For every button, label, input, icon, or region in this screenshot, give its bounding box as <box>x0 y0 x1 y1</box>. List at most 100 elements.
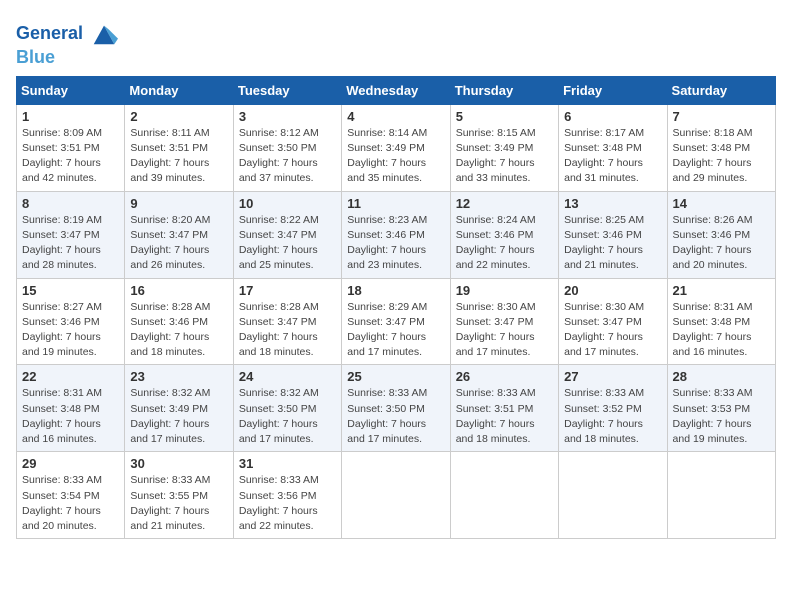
day-number: 29 <box>22 456 119 471</box>
day-number: 18 <box>347 283 444 298</box>
day-number: 3 <box>239 109 336 124</box>
day-info: Sunrise: 8:22 AM Sunset: 3:47 PM Dayligh… <box>239 213 336 274</box>
day-number: 24 <box>239 369 336 384</box>
calendar-cell <box>450 452 558 539</box>
day-number: 25 <box>347 369 444 384</box>
day-number: 8 <box>22 196 119 211</box>
calendar-cell: 11 Sunrise: 8:23 AM Sunset: 3:46 PM Dayl… <box>342 191 450 278</box>
day-info: Sunrise: 8:30 AM Sunset: 3:47 PM Dayligh… <box>456 300 553 361</box>
calendar-cell: 16 Sunrise: 8:28 AM Sunset: 3:46 PM Dayl… <box>125 278 233 365</box>
day-info: Sunrise: 8:33 AM Sunset: 3:50 PM Dayligh… <box>347 386 444 447</box>
calendar-cell: 3 Sunrise: 8:12 AM Sunset: 3:50 PM Dayli… <box>233 104 341 191</box>
calendar-cell: 12 Sunrise: 8:24 AM Sunset: 3:46 PM Dayl… <box>450 191 558 278</box>
day-number: 7 <box>673 109 770 124</box>
day-info: Sunrise: 8:33 AM Sunset: 3:56 PM Dayligh… <box>239 473 336 534</box>
logo-icon <box>90 20 118 48</box>
calendar-cell: 15 Sunrise: 8:27 AM Sunset: 3:46 PM Dayl… <box>17 278 125 365</box>
day-info: Sunrise: 8:23 AM Sunset: 3:46 PM Dayligh… <box>347 213 444 274</box>
day-info: Sunrise: 8:14 AM Sunset: 3:49 PM Dayligh… <box>347 126 444 187</box>
day-info: Sunrise: 8:11 AM Sunset: 3:51 PM Dayligh… <box>130 126 227 187</box>
day-info: Sunrise: 8:33 AM Sunset: 3:51 PM Dayligh… <box>456 386 553 447</box>
day-number: 28 <box>673 369 770 384</box>
calendar-cell: 25 Sunrise: 8:33 AM Sunset: 3:50 PM Dayl… <box>342 365 450 452</box>
calendar-week-row: 22 Sunrise: 8:31 AM Sunset: 3:48 PM Dayl… <box>17 365 776 452</box>
calendar-cell: 30 Sunrise: 8:33 AM Sunset: 3:55 PM Dayl… <box>125 452 233 539</box>
day-number: 31 <box>239 456 336 471</box>
day-info: Sunrise: 8:19 AM Sunset: 3:47 PM Dayligh… <box>22 213 119 274</box>
day-number: 20 <box>564 283 661 298</box>
calendar-table: SundayMondayTuesdayWednesdayThursdayFrid… <box>16 76 776 539</box>
day-number: 30 <box>130 456 227 471</box>
day-number: 27 <box>564 369 661 384</box>
calendar-cell: 21 Sunrise: 8:31 AM Sunset: 3:48 PM Dayl… <box>667 278 775 365</box>
day-number: 19 <box>456 283 553 298</box>
calendar-cell: 2 Sunrise: 8:11 AM Sunset: 3:51 PM Dayli… <box>125 104 233 191</box>
weekday-header-sunday: Sunday <box>17 76 125 104</box>
day-number: 13 <box>564 196 661 211</box>
calendar-cell: 17 Sunrise: 8:28 AM Sunset: 3:47 PM Dayl… <box>233 278 341 365</box>
day-info: Sunrise: 8:28 AM Sunset: 3:46 PM Dayligh… <box>130 300 227 361</box>
day-info: Sunrise: 8:33 AM Sunset: 3:55 PM Dayligh… <box>130 473 227 534</box>
calendar-cell: 27 Sunrise: 8:33 AM Sunset: 3:52 PM Dayl… <box>559 365 667 452</box>
day-info: Sunrise: 8:30 AM Sunset: 3:47 PM Dayligh… <box>564 300 661 361</box>
day-info: Sunrise: 8:24 AM Sunset: 3:46 PM Dayligh… <box>456 213 553 274</box>
day-info: Sunrise: 8:32 AM Sunset: 3:50 PM Dayligh… <box>239 386 336 447</box>
weekday-header-monday: Monday <box>125 76 233 104</box>
day-info: Sunrise: 8:12 AM Sunset: 3:50 PM Dayligh… <box>239 126 336 187</box>
calendar-cell: 26 Sunrise: 8:33 AM Sunset: 3:51 PM Dayl… <box>450 365 558 452</box>
day-number: 22 <box>22 369 119 384</box>
day-info: Sunrise: 8:17 AM Sunset: 3:48 PM Dayligh… <box>564 126 661 187</box>
day-number: 1 <box>22 109 119 124</box>
weekday-header-friday: Friday <box>559 76 667 104</box>
logo-text: General <box>16 20 118 48</box>
day-info: Sunrise: 8:31 AM Sunset: 3:48 PM Dayligh… <box>673 300 770 361</box>
day-number: 5 <box>456 109 553 124</box>
day-info: Sunrise: 8:33 AM Sunset: 3:52 PM Dayligh… <box>564 386 661 447</box>
day-number: 12 <box>456 196 553 211</box>
calendar-cell: 19 Sunrise: 8:30 AM Sunset: 3:47 PM Dayl… <box>450 278 558 365</box>
logo-line2: Blue <box>16 48 118 68</box>
day-info: Sunrise: 8:18 AM Sunset: 3:48 PM Dayligh… <box>673 126 770 187</box>
day-number: 9 <box>130 196 227 211</box>
calendar-body: 1 Sunrise: 8:09 AM Sunset: 3:51 PM Dayli… <box>17 104 776 538</box>
day-info: Sunrise: 8:09 AM Sunset: 3:51 PM Dayligh… <box>22 126 119 187</box>
day-number: 15 <box>22 283 119 298</box>
calendar-cell: 28 Sunrise: 8:33 AM Sunset: 3:53 PM Dayl… <box>667 365 775 452</box>
day-number: 6 <box>564 109 661 124</box>
calendar-week-row: 8 Sunrise: 8:19 AM Sunset: 3:47 PM Dayli… <box>17 191 776 278</box>
calendar-cell: 31 Sunrise: 8:33 AM Sunset: 3:56 PM Dayl… <box>233 452 341 539</box>
day-number: 16 <box>130 283 227 298</box>
calendar-cell: 10 Sunrise: 8:22 AM Sunset: 3:47 PM Dayl… <box>233 191 341 278</box>
day-info: Sunrise: 8:26 AM Sunset: 3:46 PM Dayligh… <box>673 213 770 274</box>
weekday-header-tuesday: Tuesday <box>233 76 341 104</box>
calendar-week-row: 15 Sunrise: 8:27 AM Sunset: 3:46 PM Dayl… <box>17 278 776 365</box>
day-info: Sunrise: 8:20 AM Sunset: 3:47 PM Dayligh… <box>130 213 227 274</box>
day-info: Sunrise: 8:25 AM Sunset: 3:46 PM Dayligh… <box>564 213 661 274</box>
calendar-cell <box>667 452 775 539</box>
day-number: 26 <box>456 369 553 384</box>
header: General Blue <box>16 16 776 68</box>
day-info: Sunrise: 8:28 AM Sunset: 3:47 PM Dayligh… <box>239 300 336 361</box>
calendar-cell: 22 Sunrise: 8:31 AM Sunset: 3:48 PM Dayl… <box>17 365 125 452</box>
day-info: Sunrise: 8:33 AM Sunset: 3:54 PM Dayligh… <box>22 473 119 534</box>
calendar-cell: 13 Sunrise: 8:25 AM Sunset: 3:46 PM Dayl… <box>559 191 667 278</box>
day-number: 4 <box>347 109 444 124</box>
logo: General Blue <box>16 20 118 68</box>
day-number: 17 <box>239 283 336 298</box>
day-number: 14 <box>673 196 770 211</box>
day-number: 23 <box>130 369 227 384</box>
calendar-cell: 5 Sunrise: 8:15 AM Sunset: 3:49 PM Dayli… <box>450 104 558 191</box>
calendar-cell: 6 Sunrise: 8:17 AM Sunset: 3:48 PM Dayli… <box>559 104 667 191</box>
calendar-cell: 23 Sunrise: 8:32 AM Sunset: 3:49 PM Dayl… <box>125 365 233 452</box>
calendar-week-row: 29 Sunrise: 8:33 AM Sunset: 3:54 PM Dayl… <box>17 452 776 539</box>
day-info: Sunrise: 8:31 AM Sunset: 3:48 PM Dayligh… <box>22 386 119 447</box>
calendar-cell <box>559 452 667 539</box>
day-number: 21 <box>673 283 770 298</box>
day-info: Sunrise: 8:32 AM Sunset: 3:49 PM Dayligh… <box>130 386 227 447</box>
weekday-header-saturday: Saturday <box>667 76 775 104</box>
calendar-cell <box>342 452 450 539</box>
calendar-cell: 9 Sunrise: 8:20 AM Sunset: 3:47 PM Dayli… <box>125 191 233 278</box>
day-info: Sunrise: 8:27 AM Sunset: 3:46 PM Dayligh… <box>22 300 119 361</box>
calendar-cell: 4 Sunrise: 8:14 AM Sunset: 3:49 PM Dayli… <box>342 104 450 191</box>
day-info: Sunrise: 8:29 AM Sunset: 3:47 PM Dayligh… <box>347 300 444 361</box>
